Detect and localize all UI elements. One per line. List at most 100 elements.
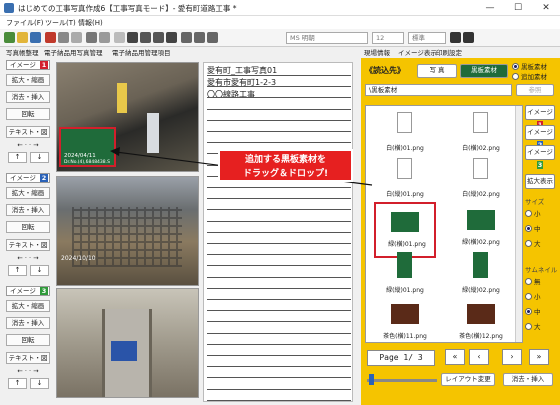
horizontal-move[interactable]: ← · · →: [6, 254, 50, 262]
bold-icon[interactable]: [450, 32, 461, 43]
horizontal-move[interactable]: ← · · →: [6, 141, 50, 149]
rotate-button[interactable]: 回転: [6, 334, 50, 346]
photo-1[interactable]: 2024/04/11 Dr.No.(4),6848438.S: [56, 62, 199, 172]
down-button[interactable]: ↓: [30, 152, 49, 163]
material-item[interactable]: 茶色(横)11.png: [374, 296, 436, 342]
last-page-button[interactable]: »: [529, 349, 549, 365]
image-target-1[interactable]: イメージ1: [525, 105, 555, 129]
rotate-button[interactable]: 回転: [6, 108, 50, 120]
preview-icon[interactable]: [99, 32, 110, 43]
ruled-line: [207, 86, 351, 88]
horizontal-move[interactable]: ← · · →: [6, 367, 50, 375]
zoom-button[interactable]: 拡大・縮画: [6, 74, 50, 86]
ruled-line: [207, 75, 351, 76]
text-figure-button[interactable]: テキスト・図: [6, 239, 50, 251]
last-page-icon[interactable]: [166, 32, 177, 43]
up-button[interactable]: ↑: [8, 152, 27, 163]
thumb-none[interactable]: 無: [525, 276, 541, 286]
title-bar: はじめての工事写真作成6【工事写真モード】- 愛有町道路工事 * — ☐ ✕: [0, 0, 560, 16]
blackboard-overlay[interactable]: 2024/04/11 Dr.No.(4),6848438.S: [59, 127, 116, 167]
grid-scrollbar[interactable]: [515, 106, 522, 342]
copy-icon[interactable]: [58, 32, 69, 43]
photo-2[interactable]: 2024/10/10: [56, 176, 199, 286]
text-figure-button[interactable]: テキスト・図: [6, 352, 50, 364]
zoom-slider-track[interactable]: [367, 379, 437, 382]
erase-insert-button[interactable]: 消去・挿入: [503, 373, 553, 386]
thumb-medium[interactable]: 中: [525, 306, 541, 316]
ruled-line: [207, 131, 351, 132]
print-icon[interactable]: [86, 32, 97, 43]
green-board-thumb: [391, 212, 419, 232]
close-button[interactable]: ✕: [532, 1, 560, 15]
ruled-line: [207, 254, 351, 256]
maximize-button[interactable]: ☐: [504, 1, 532, 15]
style-select[interactable]: 標準: [408, 32, 446, 44]
down-button[interactable]: ↓: [30, 378, 49, 389]
browse-button[interactable]: 参照: [516, 84, 554, 96]
photo-text-area[interactable]: 愛有町_工事写真01 愛有市愛有町1-2-3 〇〇線路工事: [203, 62, 353, 402]
ruled-line: [207, 332, 351, 334]
zoom-button[interactable]: 拡大・縮画: [6, 187, 50, 199]
material-panel: 《読込先》 写 真 黒板素材 黒板素材 追加素材 \黒板素材 参照 白(横)01…: [361, 58, 560, 405]
down-button[interactable]: ↓: [30, 265, 49, 276]
new-icon[interactable]: [4, 32, 15, 43]
image-label: イメージ 1: [6, 60, 50, 70]
delete-icon[interactable]: [45, 32, 56, 43]
erase-insert-button[interactable]: 消去・挿入: [6, 91, 50, 103]
tab-photo-book[interactable]: 写真帳整理: [6, 47, 39, 58]
zoom-out-icon[interactable]: [194, 32, 205, 43]
tab-image-display[interactable]: イメージ表示: [398, 47, 437, 58]
material-item[interactable]: 茶色(横)12.png: [450, 296, 512, 342]
size-medium[interactable]: 中: [525, 223, 541, 233]
save-icon[interactable]: [30, 32, 41, 43]
minimize-button[interactable]: —: [476, 1, 504, 15]
tab-print-settings[interactable]: 印刷設定: [436, 47, 462, 58]
erase-insert-button[interactable]: 消去・挿入: [6, 204, 50, 216]
size-large[interactable]: 大: [525, 238, 541, 248]
enlarge-view-button[interactable]: 拡大表示: [525, 174, 555, 189]
photo-source-button[interactable]: 写 真: [417, 64, 457, 78]
thumb-large[interactable]: 大: [525, 321, 541, 331]
fit-icon[interactable]: [207, 32, 218, 43]
next-page-icon[interactable]: [153, 32, 164, 43]
first-page-icon[interactable]: [127, 32, 138, 43]
text-figure-button[interactable]: テキスト・図: [6, 126, 50, 138]
first-page-button[interactable]: «: [445, 349, 465, 365]
zoom-in-icon[interactable]: [181, 32, 192, 43]
board-source-button[interactable]: 黒板素材: [460, 64, 508, 78]
menu-info[interactable]: 情報(H): [78, 18, 103, 28]
up-button[interactable]: ↑: [8, 378, 27, 389]
image-target-2[interactable]: イメージ2: [525, 125, 555, 149]
prev-page-button[interactable]: ‹: [469, 349, 489, 365]
path-input[interactable]: \黒板素材: [365, 84, 512, 96]
number-icon[interactable]: [114, 32, 125, 43]
tab-management-items[interactable]: 電子納品用管理項目: [112, 47, 171, 58]
italic-icon[interactable]: [463, 32, 474, 43]
paste-icon[interactable]: [71, 32, 82, 43]
file-icon: [473, 112, 488, 133]
font-select[interactable]: MS 明朝: [286, 32, 368, 44]
open-icon[interactable]: [17, 32, 28, 43]
font-size-select[interactable]: 12: [372, 32, 404, 44]
image-controls: イメージ 1 拡大・縮画 消去・挿入 回転 テキスト・図 ← · · → ↑ ↓ …: [0, 58, 55, 405]
thumb-small[interactable]: 小: [525, 291, 541, 301]
next-page-button[interactable]: ›: [502, 349, 522, 365]
worker-figure: [147, 113, 159, 153]
radio-board[interactable]: 黒板素材: [512, 61, 547, 71]
menu-tools[interactable]: ツール(T): [45, 18, 76, 28]
tab-site-info[interactable]: 現場情報: [364, 47, 390, 58]
image-label: イメージ 3: [6, 286, 50, 296]
layout-change-button[interactable]: レイアウト変更: [441, 373, 495, 386]
rotate-button[interactable]: 回転: [6, 221, 50, 233]
radio-additional[interactable]: 追加素材: [512, 71, 547, 81]
erase-insert-button[interactable]: 消去・挿入: [6, 317, 50, 329]
prev-page-icon[interactable]: [140, 32, 151, 43]
zoom-button[interactable]: 拡大・縮画: [6, 300, 50, 312]
tab-photo-management[interactable]: 電子納品用写真管理: [44, 47, 103, 58]
image-target-3[interactable]: イメージ3: [525, 145, 555, 169]
up-button[interactable]: ↑: [8, 265, 27, 276]
zoom-slider-thumb[interactable]: [369, 374, 374, 385]
size-small[interactable]: 小: [525, 208, 541, 218]
photo-3[interactable]: [56, 288, 199, 398]
menu-file[interactable]: ファイル(F): [6, 18, 44, 28]
